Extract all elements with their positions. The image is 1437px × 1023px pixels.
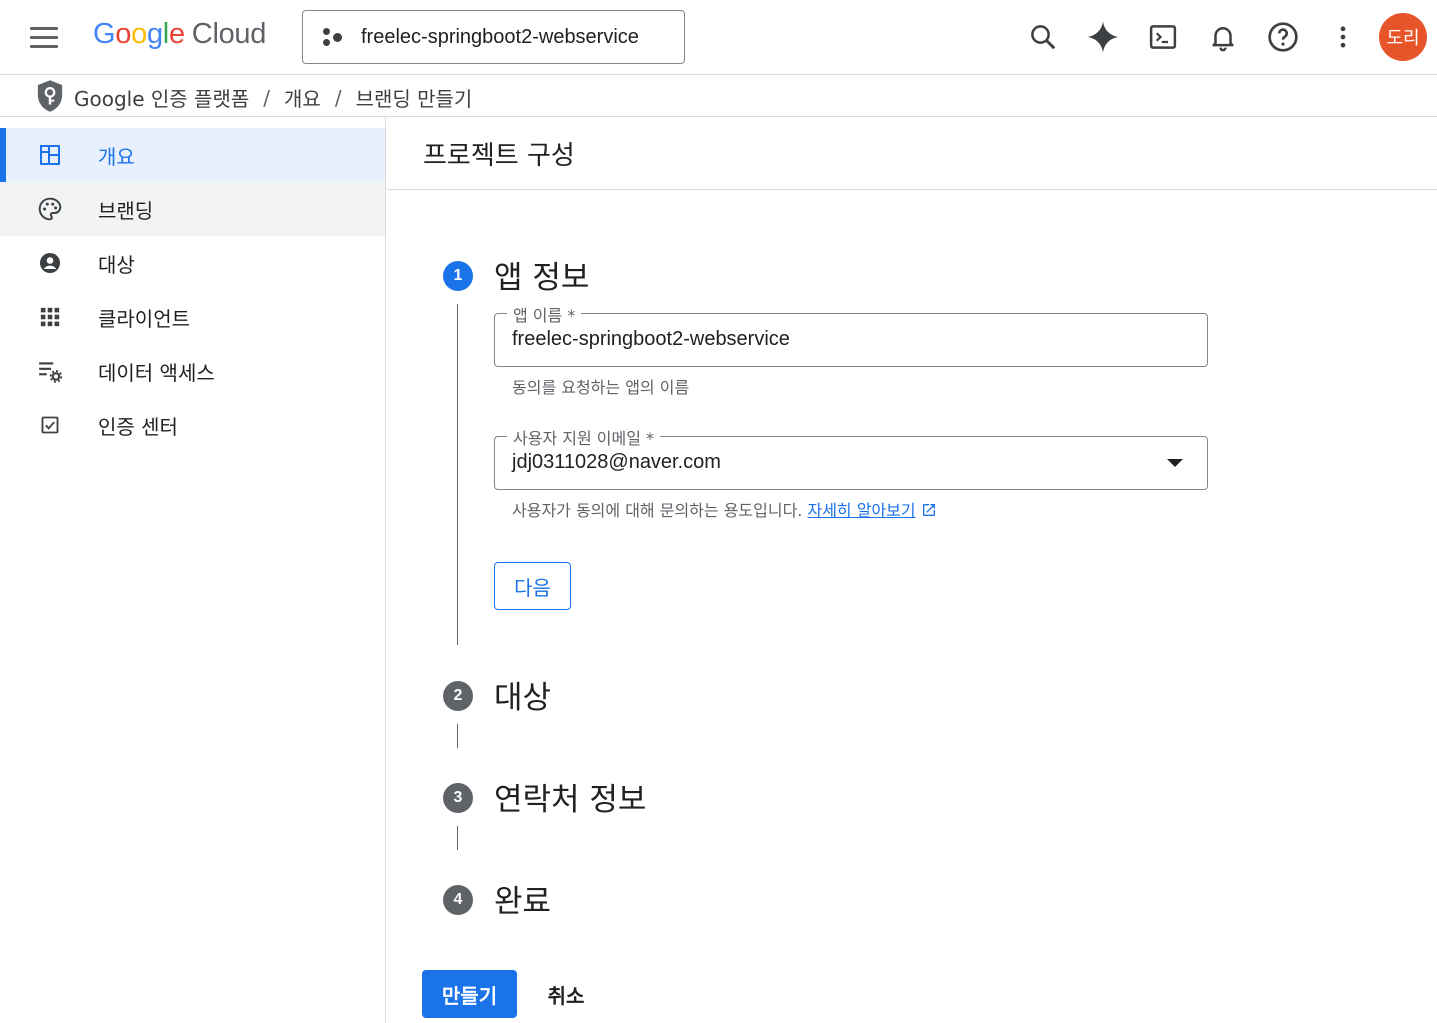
sidebar-item-label: 인증 센터 (98, 414, 178, 439)
sidebar-item-verification-center[interactable]: 인증 센터 (0, 398, 385, 452)
sidebar: 개요 브랜딩 대상 클라이언트 데이터 액세스 인증 센터 (0, 117, 386, 1023)
step-title-app-info: 앱 정보 (494, 260, 590, 296)
page-title: 프로젝트 구성 (423, 140, 575, 171)
support-email-helper: 사용자가 동의에 대해 문의하는 용도입니다. 자세히 알아보기 (512, 497, 937, 522)
step-title-contact-info: 연락처 정보 (494, 782, 647, 818)
breadcrumb: Google 인증 플랫폼 / 개요 / 브랜딩 만들기 (74, 83, 472, 112)
support-email-label: 사용자 지원 이메일 * (507, 425, 661, 449)
app-name-label: 앱 이름 * (507, 302, 582, 326)
more-vert-icon[interactable] (1322, 16, 1364, 58)
dropdown-arrow-icon[interactable] (1167, 459, 1183, 467)
gemini-sparkle-icon[interactable] (1082, 16, 1124, 58)
sidebar-item-clients[interactable]: 클라이언트 (0, 290, 385, 344)
breadcrumb-item-auth-platform[interactable]: Google 인증 플랫폼 (74, 83, 249, 112)
menu-icon[interactable] (22, 20, 66, 54)
step-title-audience: 대상 (494, 680, 552, 716)
breadcrumb-separator: / (334, 85, 342, 110)
sidebar-item-branding[interactable]: 브랜딩 (0, 182, 385, 236)
auth-platform-shield-icon (35, 79, 65, 113)
palette-icon (37, 196, 63, 222)
dashboard-icon (37, 142, 63, 168)
create-button[interactable]: 만들기 (422, 970, 517, 1018)
breadcrumb-item-create-branding: 브랜딩 만들기 (355, 87, 473, 111)
apps-grid-icon (37, 304, 63, 330)
open-in-new-icon[interactable] (921, 502, 937, 522)
breadcrumb-bar: Google 인증 플랫폼 / 개요 / 브랜딩 만들기 (0, 75, 1437, 117)
account-circle-icon (37, 250, 63, 276)
sidebar-item-label: 대상 (98, 252, 135, 277)
sidebar-item-audience[interactable]: 대상 (0, 236, 385, 290)
top-app-bar: Google Cloud freelec-springboot2-webservi… (0, 0, 1437, 75)
account-avatar[interactable]: 도리 (1379, 13, 1427, 61)
help-icon[interactable] (1262, 16, 1304, 58)
step-number-3: 3 (443, 783, 473, 813)
page-header: 프로젝트 구성 (387, 117, 1437, 190)
app-name-helper: 동의를 요청하는 앱의 이름 (512, 378, 690, 397)
sidebar-item-overview[interactable]: 개요 (0, 128, 385, 182)
breadcrumb-separator: / (263, 85, 270, 110)
sidebar-item-label: 브랜딩 (98, 198, 154, 223)
notifications-bell-icon[interactable] (1202, 16, 1244, 58)
step-number-4: 4 (443, 885, 473, 915)
data-settings-icon (37, 358, 63, 384)
stepper-connector (457, 304, 458, 645)
project-picker-button[interactable]: freelec-springboot2-webservice (302, 10, 685, 64)
sidebar-item-label: 클라이언트 (98, 306, 190, 331)
step-number-2: 2 (443, 681, 473, 711)
support-email-value: jdj0311028@naver.com (512, 451, 721, 473)
app-name-value[interactable]: freelec-springboot2-webservice (512, 328, 790, 351)
main-content: 프로젝트 구성 1 앱 정보 앱 이름 * freelec-springboot… (387, 117, 1437, 1023)
next-button[interactable]: 다음 (494, 562, 571, 610)
stepper-connector (457, 826, 458, 850)
step-title-finish: 완료 (494, 884, 552, 920)
google-cloud-logo[interactable]: Google Cloud (93, 18, 266, 51)
learn-more-link[interactable]: 자세히 알아보기 (807, 501, 915, 520)
app-name-field[interactable]: 앱 이름 * freelec-springboot2-webservice (494, 302, 1208, 367)
checkbox-icon (37, 412, 63, 438)
cloud-shell-icon[interactable] (1142, 16, 1184, 58)
support-email-select[interactable]: 사용자 지원 이메일 * jdj0311028@naver.com (494, 425, 1208, 490)
step-number-1: 1 (443, 261, 473, 291)
project-hub-icon (321, 25, 347, 49)
sidebar-item-label: 개요 (98, 144, 135, 169)
stepper-connector (457, 724, 458, 748)
search-icon[interactable] (1022, 16, 1064, 58)
sidebar-item-data-access[interactable]: 데이터 액세스 (0, 344, 385, 398)
breadcrumb-item-overview[interactable]: 개요 (284, 83, 321, 112)
project-name: freelec-springboot2-webservice (361, 25, 639, 48)
sidebar-item-label: 데이터 액세스 (98, 360, 215, 385)
cancel-button[interactable]: 취소 (531, 970, 601, 1018)
